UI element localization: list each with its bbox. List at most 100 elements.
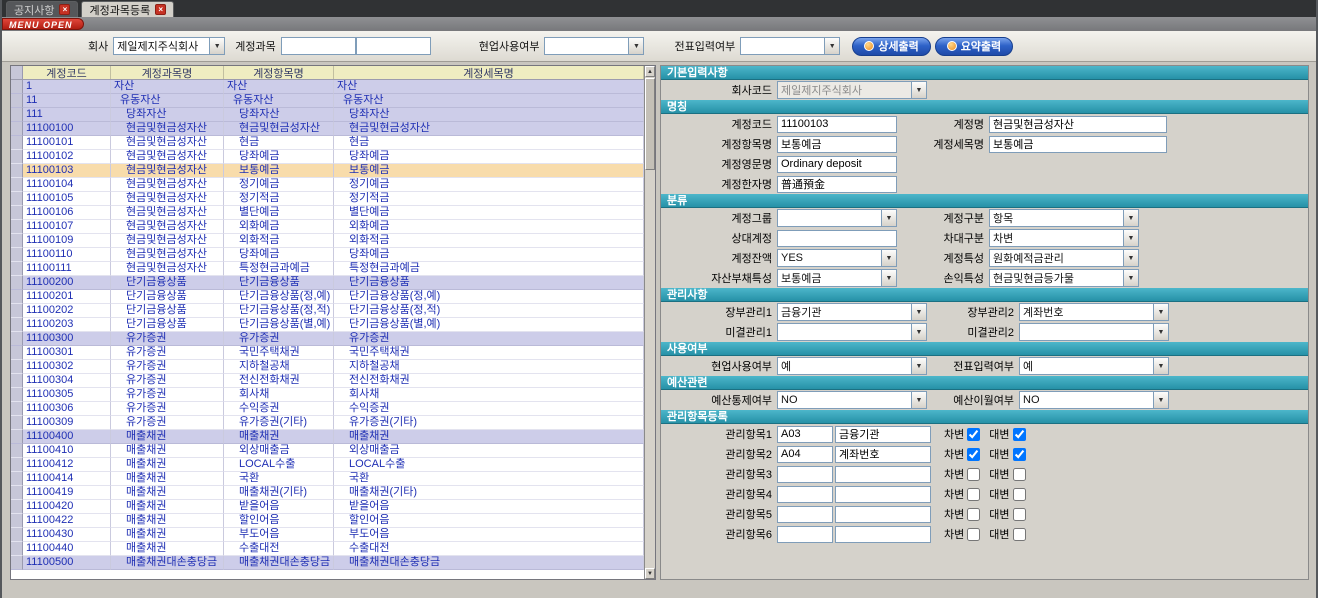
- mgmt-item4-debit-checkbox[interactable]: [967, 488, 980, 501]
- row-selector[interactable]: [11, 374, 23, 388]
- table-row[interactable]: 11100419매출채권매출채권(기타)매출채권(기타): [11, 486, 644, 500]
- menu-open-button[interactable]: MENU OPEN: [2, 18, 84, 30]
- table-row[interactable]: 11100440매출채권수출대전수출대전: [11, 542, 644, 556]
- table-row[interactable]: 11100111현금및현금성자산특정현금과예금특정현금과예금: [11, 262, 644, 276]
- slip-entry-detail-select[interactable]: 예 ▼: [1019, 357, 1169, 375]
- scroll-up-icon[interactable]: ▲: [645, 66, 655, 77]
- mgmt-item6-credit-checkbox[interactable]: [1013, 528, 1026, 541]
- mgmt-item6-debit-checkbox[interactable]: [967, 528, 980, 541]
- mgmt-item3-name-input[interactable]: [835, 466, 931, 483]
- item-name-field[interactable]: [777, 136, 897, 153]
- account-char-select[interactable]: 원화예적금관리 ▼: [989, 249, 1139, 267]
- hanja-name-field[interactable]: [777, 176, 897, 193]
- mgmt-item1-credit-checkbox[interactable]: [1013, 428, 1026, 441]
- row-selector[interactable]: [11, 402, 23, 416]
- contra-account-field[interactable]: [777, 230, 897, 247]
- table-row[interactable]: 11100410매출채권외상매출금외상매출금: [11, 444, 644, 458]
- row-selector[interactable]: [11, 262, 23, 276]
- table-row[interactable]: 11100412매출채권LOCAL수출LOCAL수출: [11, 458, 644, 472]
- row-selector[interactable]: [11, 220, 23, 234]
- row-selector[interactable]: [11, 500, 23, 514]
- row-selector[interactable]: [11, 332, 23, 346]
- account-name-input[interactable]: [356, 37, 431, 55]
- table-row[interactable]: 11100102현금및현금성자산당좌예금당좌예금: [11, 150, 644, 164]
- row-selector[interactable]: [11, 458, 23, 472]
- table-row[interactable]: 11100101현금및현금성자산현금현금: [11, 136, 644, 150]
- company-code-select[interactable]: 제일제지주식회사 ▼: [777, 81, 927, 99]
- row-selector[interactable]: [11, 276, 23, 290]
- open-manage1-select[interactable]: ▼: [777, 323, 927, 341]
- table-row[interactable]: 11100414매출채권국환국환: [11, 472, 644, 486]
- table-row[interactable]: 11100300유가증권유가증권유가증권: [11, 332, 644, 346]
- mgmt-item5-credit-checkbox[interactable]: [1013, 508, 1026, 521]
- row-selector[interactable]: [11, 122, 23, 136]
- row-selector[interactable]: [11, 206, 23, 220]
- mgmt-item3-debit-checkbox[interactable]: [967, 468, 980, 481]
- account-balance-select[interactable]: YES ▼: [777, 249, 897, 267]
- row-selector[interactable]: [11, 150, 23, 164]
- mgmt-item2-name-input[interactable]: [835, 446, 931, 463]
- mgmt-item4-code-input[interactable]: [777, 486, 833, 503]
- table-row[interactable]: 11100305유가증권회사채회사채: [11, 388, 644, 402]
- table-row[interactable]: 1자산자산자산: [11, 80, 644, 94]
- row-selector[interactable]: [11, 416, 23, 430]
- mgmt-item6-code-input[interactable]: [777, 526, 833, 543]
- row-selector[interactable]: [11, 234, 23, 248]
- slip-entry-select[interactable]: ▼: [740, 37, 840, 55]
- tab-notice[interactable]: 공지사항 ×: [6, 1, 78, 17]
- row-selector[interactable]: [11, 444, 23, 458]
- mgmt-item4-credit-checkbox[interactable]: [1013, 488, 1026, 501]
- row-selector[interactable]: [11, 486, 23, 500]
- mgmt-item1-code-input[interactable]: [777, 426, 833, 443]
- row-selector[interactable]: [11, 136, 23, 150]
- table-row[interactable]: 11100304유가증권전신전화채권전신전화채권: [11, 374, 644, 388]
- row-selector[interactable]: [11, 556, 23, 570]
- scroll-thumb[interactable]: [645, 78, 655, 170]
- mgmt-item4-name-input[interactable]: [835, 486, 931, 503]
- table-row[interactable]: 11100107현금및현금성자산외화예금외화예금: [11, 220, 644, 234]
- mgmt-item5-code-input[interactable]: [777, 506, 833, 523]
- table-row[interactable]: 11100302유가증권지하철공채지하철공채: [11, 360, 644, 374]
- mgmt-item3-credit-checkbox[interactable]: [1013, 468, 1026, 481]
- row-selector[interactable]: [11, 346, 23, 360]
- tab-account-registration[interactable]: 계정과목등록 ×: [81, 1, 174, 17]
- row-selector[interactable]: [11, 192, 23, 206]
- row-selector[interactable]: [11, 318, 23, 332]
- table-row[interactable]: 11100200단기금융상품단기금융상품단기금융상품: [11, 276, 644, 290]
- account-code-input[interactable]: [281, 37, 356, 55]
- table-row[interactable]: 11100110현금및현금성자산당좌예금당좌예금: [11, 248, 644, 262]
- close-icon[interactable]: ×: [59, 4, 70, 15]
- budget-carry-select[interactable]: NO ▼: [1019, 391, 1169, 409]
- table-row[interactable]: 11100306유가증권수익증권수익증권: [11, 402, 644, 416]
- account-gubun-select[interactable]: 항목 ▼: [989, 209, 1139, 227]
- table-row[interactable]: 11100104현금및현금성자산정기예금정기예금: [11, 178, 644, 192]
- table-row[interactable]: 11100422매출채권할인어음할인어음: [11, 514, 644, 528]
- mgmt-item2-credit-checkbox[interactable]: [1013, 448, 1026, 461]
- company-select[interactable]: 제일제지주식회사 ▼: [113, 37, 225, 55]
- account-code-field[interactable]: [777, 116, 897, 133]
- mgmt-item2-code-input[interactable]: [777, 446, 833, 463]
- row-selector[interactable]: [11, 178, 23, 192]
- mgmt-item2-debit-checkbox[interactable]: [967, 448, 980, 461]
- table-row[interactable]: 11100309유가증권유가증권(기타)유가증권(기타): [11, 416, 644, 430]
- profit-loss-select[interactable]: 현금및현금등가물 ▼: [989, 269, 1139, 287]
- mgmt-item1-debit-checkbox[interactable]: [967, 428, 980, 441]
- table-row[interactable]: 11100103현금및현금성자산보통예금보통예금: [11, 164, 644, 178]
- row-selector[interactable]: [11, 388, 23, 402]
- book-manage2-select[interactable]: 계좌번호 ▼: [1019, 303, 1169, 321]
- table-row[interactable]: 11100109현금및현금성자산외화적금외화적금: [11, 234, 644, 248]
- row-selector[interactable]: [11, 430, 23, 444]
- row-selector[interactable]: [11, 514, 23, 528]
- row-selector[interactable]: [11, 164, 23, 178]
- table-row[interactable]: 11100301유가증권국민주택채권국민주택채권: [11, 346, 644, 360]
- open-manage2-select[interactable]: ▼: [1019, 323, 1169, 341]
- summary-print-button[interactable]: 요약출력: [935, 37, 1013, 56]
- scroll-down-icon[interactable]: ▼: [645, 568, 655, 579]
- vertical-scrollbar[interactable]: ▲ ▼: [644, 66, 655, 579]
- detail-name-field[interactable]: [989, 136, 1167, 153]
- table-row[interactable]: 11100105현금및현금성자산정기적금정기적금: [11, 192, 644, 206]
- table-row[interactable]: 11100430매출채권부도어음부도어음: [11, 528, 644, 542]
- table-row[interactable]: 11100201단기금융상품단기금융상품(정,예)단기금융상품(정,예): [11, 290, 644, 304]
- row-selector[interactable]: [11, 94, 23, 108]
- table-row[interactable]: 11100500매출채권대손충당금매출채권대손충당금매출채권대손충당금: [11, 556, 644, 570]
